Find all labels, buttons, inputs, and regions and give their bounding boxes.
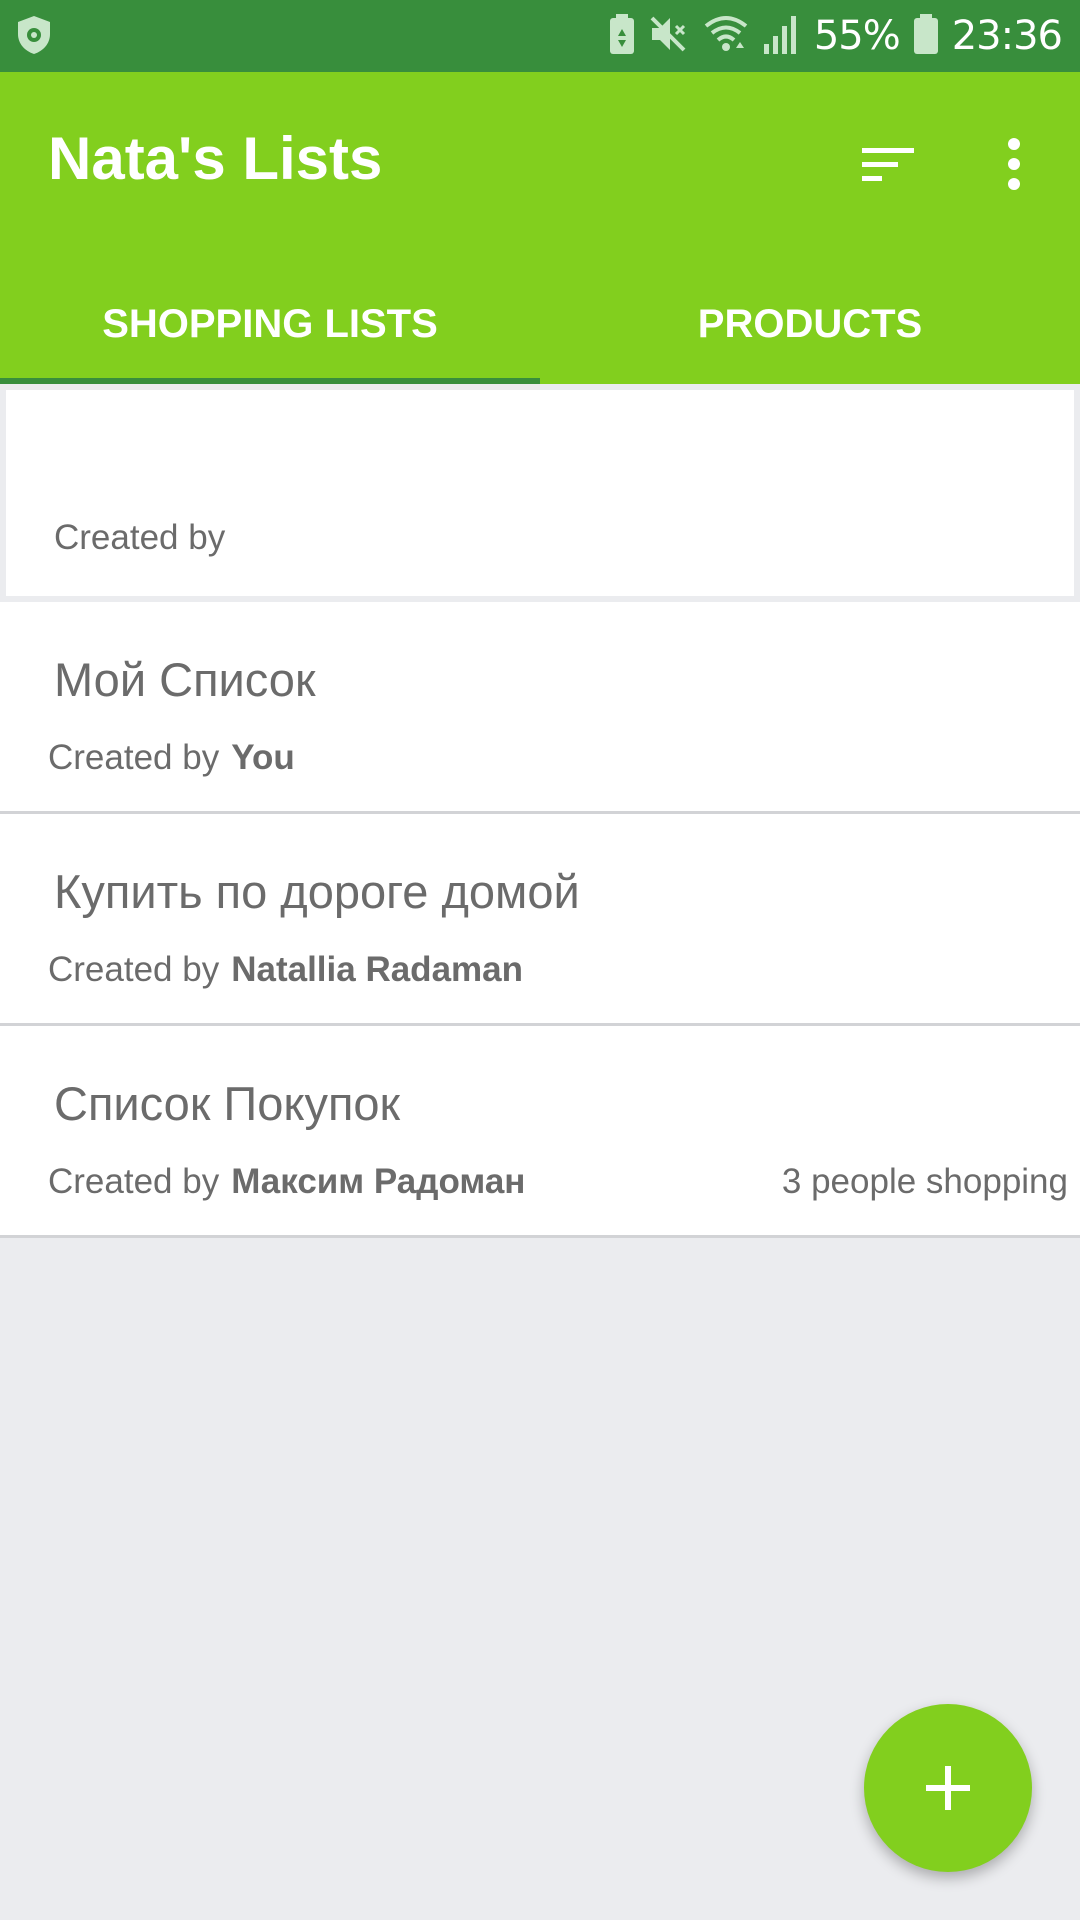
- page-title: Nata's Lists: [48, 125, 383, 192]
- list-meta: Created by You: [48, 738, 295, 778]
- list-item[interactable]: Мой Список Created by You: [0, 602, 1080, 814]
- created-by-label: Created by: [54, 518, 226, 557]
- list-item[interactable]: Купить по дороге домой Created by Natalli…: [0, 814, 1080, 1026]
- list-name: Мой Список: [54, 653, 316, 706]
- creator-name: You: [231, 738, 295, 777]
- add-list-button[interactable]: [864, 1704, 1032, 1872]
- battery-percent: 55%: [813, 13, 901, 59]
- battery-icon: [913, 13, 938, 59]
- tab-products[interactable]: PRODUCTS: [540, 264, 1080, 384]
- shopping-list-collection: Created by Мой Список Created by You Купи…: [0, 384, 1080, 1238]
- created-by-label: Created by: [48, 950, 220, 989]
- app-bar: Nata's Lists SHOPPING LISTS PRODUCTS: [0, 72, 1080, 384]
- list-meta: Created by: [54, 518, 237, 558]
- mute-icon: [648, 14, 688, 59]
- list-name: Купить по дороге домой: [54, 865, 580, 918]
- battery-saver-icon: [609, 13, 634, 59]
- list-meta: Created by Natallia Radaman: [48, 950, 523, 990]
- list-meta: Created by Максим Радоман: [48, 1162, 525, 1202]
- add-icon: [926, 1766, 970, 1810]
- tab-bar: SHOPPING LISTS PRODUCTS: [0, 264, 1080, 384]
- wifi-icon: [702, 14, 750, 59]
- created-by-label: Created by: [48, 1162, 220, 1201]
- antivirus-shield-icon: [14, 14, 54, 56]
- more-vert-icon: [1008, 138, 1020, 190]
- created-by-label: Created by: [48, 738, 220, 777]
- list-name: Список Покупок: [54, 1077, 401, 1130]
- sort-icon: [862, 148, 914, 181]
- creator-name: Максим Радоман: [231, 1162, 526, 1201]
- sort-button[interactable]: [852, 128, 924, 200]
- more-options-button[interactable]: [978, 128, 1050, 200]
- tab-shopping-lists[interactable]: SHOPPING LISTS: [0, 264, 540, 384]
- shopping-status: 3 people shopping: [781, 1162, 1068, 1201]
- status-bar: 55% 23:36: [0, 0, 1080, 72]
- list-item[interactable]: Список Покупок Created by Максим Радоман …: [0, 1026, 1080, 1238]
- clock: 23:36: [951, 13, 1063, 59]
- creator-name: Natallia Radaman: [231, 950, 523, 989]
- signal-icon: [763, 14, 800, 59]
- list-item[interactable]: Created by: [6, 390, 1074, 596]
